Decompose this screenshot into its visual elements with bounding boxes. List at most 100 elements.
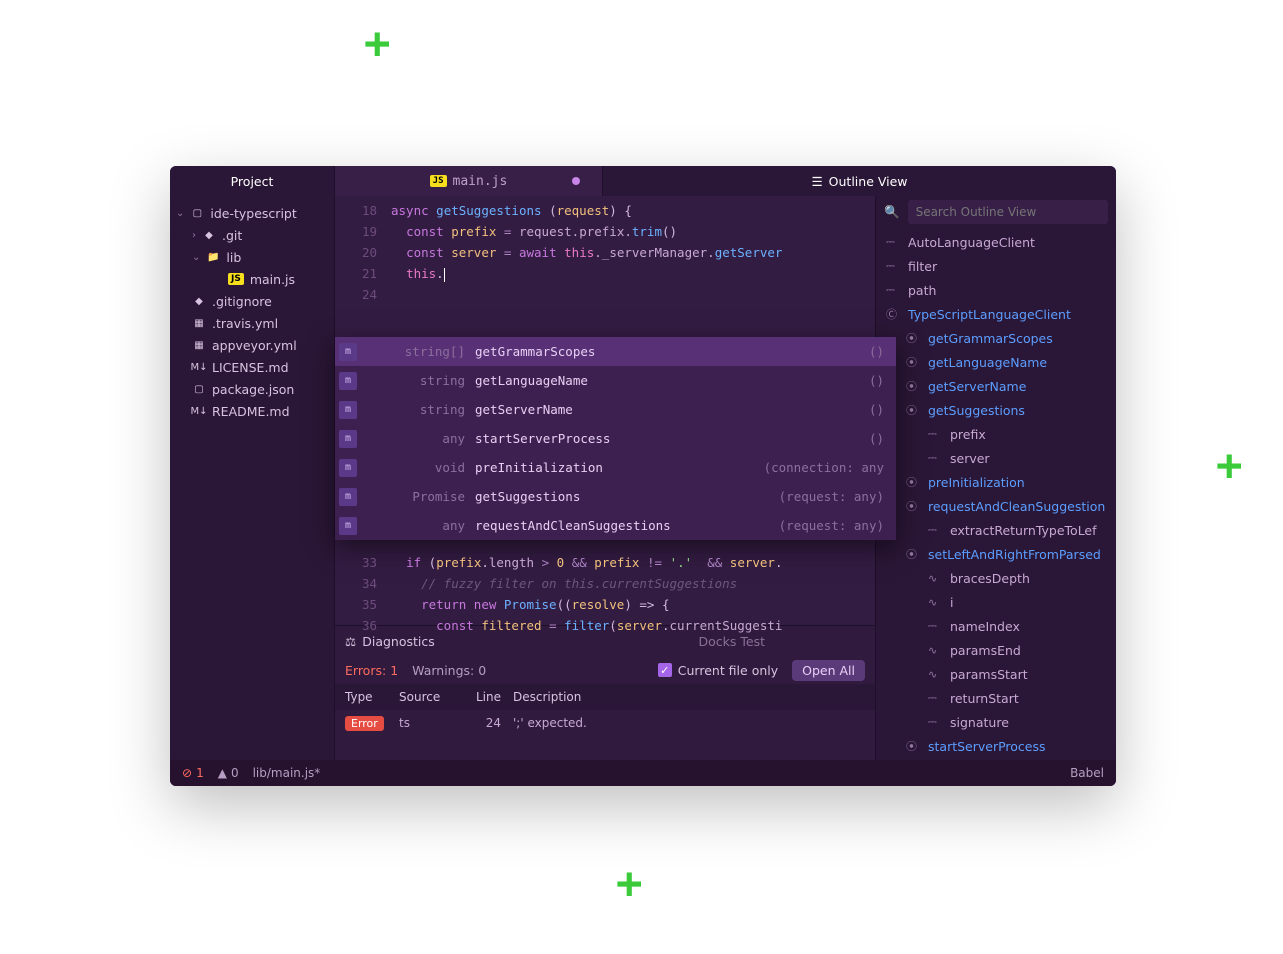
outline-label: paramsEnd xyxy=(950,643,1021,658)
tree-item-label: lib xyxy=(226,250,241,265)
warning-count: Warnings: 0 xyxy=(412,663,486,678)
outline-item[interactable]: ⦿getServerName xyxy=(876,374,1116,398)
suggestion-type: string[] xyxy=(363,344,475,359)
tree-item-label: package.json xyxy=(212,382,294,397)
editor-pane[interactable]: 1819202124 async getSuggestions (request… xyxy=(335,196,875,760)
outline-label: paramsStart xyxy=(950,667,1028,682)
tree-item[interactable]: JSmain.js xyxy=(170,268,334,290)
outline-item[interactable]: ⎓ returnStart xyxy=(876,686,1116,710)
current-file-checkbox[interactable]: ✓ Current file only xyxy=(658,663,778,678)
outline-label: preInitialization xyxy=(928,475,1025,490)
file-icon: M↓ xyxy=(192,360,206,374)
tree-item[interactable]: ▦.travis.yml xyxy=(170,312,334,334)
outline-item[interactable]: ⎓AutoLanguageClient xyxy=(876,230,1116,254)
outline-item[interactable]: ⦿getGrammarScopes xyxy=(876,326,1116,350)
outline-item[interactable]: ⦿startServerProcess xyxy=(876,734,1116,758)
autocomplete-item[interactable]: mstringgetServerName() xyxy=(335,395,896,424)
outline-item[interactable]: ⦿setLeftAndRightFromParsed xyxy=(876,542,1116,566)
autocomplete-item[interactable]: manystartServerProcess() xyxy=(335,424,896,453)
tree-item[interactable]: M↓LICENSE.md xyxy=(170,356,334,378)
statusbar-errors[interactable]: ⊘ 1 xyxy=(182,766,204,780)
symbol-class-icon: Ⓒ xyxy=(886,306,900,322)
member-icon: m xyxy=(339,372,357,390)
outline-label: returnStart xyxy=(950,691,1019,706)
symbol-pulse-icon: ∿ xyxy=(928,644,942,657)
file-icon: ◆ xyxy=(202,228,216,242)
outline-label: extractReturnTypeToLef xyxy=(950,523,1097,538)
tree-item[interactable]: ▢package.json xyxy=(170,378,334,400)
outline-item[interactable]: ⎓extractReturnTypeToLef xyxy=(876,518,1116,542)
editor-tab[interactable]: JS main.js xyxy=(335,166,603,196)
outline-item[interactable]: ⦿ preInitialization xyxy=(876,470,1116,494)
file-icon: M↓ xyxy=(192,404,206,418)
symbol-var-icon: ⎓ xyxy=(928,691,942,705)
tree-item-label: appveyor.yml xyxy=(212,338,297,353)
outline-item[interactable]: ⎓server xyxy=(876,446,1116,470)
outline-item[interactable]: ∿bracesDepth xyxy=(876,566,1116,590)
file-icon: 📁 xyxy=(206,250,220,264)
outline-item[interactable]: ⎓ nameIndex xyxy=(876,614,1116,638)
symbol-method-icon: ⦿ xyxy=(906,354,920,370)
outline-item[interactable]: ⎓path xyxy=(876,278,1116,302)
suggestion-signature: () xyxy=(869,344,888,359)
symbol-method-icon: ⦿ xyxy=(906,474,920,490)
tree-item[interactable]: ›◆.git xyxy=(170,224,334,246)
symbol-pulse-icon: ∿ xyxy=(928,668,942,681)
tree-root[interactable]: ⌄ ▢ ide-typescript xyxy=(170,202,334,224)
outline-item[interactable]: ⎓ filter xyxy=(876,254,1116,278)
symbol-var-icon: ⎓ xyxy=(886,235,900,249)
autocomplete-item[interactable]: mstringgetLanguageName() xyxy=(335,366,896,395)
autocomplete-item[interactable]: mstring[]getGrammarScopes() xyxy=(335,337,896,366)
outline-label: server xyxy=(950,451,990,466)
outline-item[interactable]: ⦿getSuggestions xyxy=(876,398,1116,422)
outline-search-input[interactable] xyxy=(908,200,1108,224)
outline-label: getLanguageName xyxy=(928,355,1047,370)
outline-label: path xyxy=(908,283,936,298)
warning-icon: ▲ xyxy=(218,766,227,780)
tree-item-label: main.js xyxy=(250,272,295,287)
outline-item[interactable]: ⎓signature xyxy=(876,710,1116,734)
symbol-var-icon: ⎓ xyxy=(928,427,942,441)
suggestion-name: getSuggestions xyxy=(475,489,779,504)
outline-label: filter xyxy=(908,259,937,274)
error-badge: Error xyxy=(345,716,384,731)
autocomplete-item[interactable]: mPromisegetSuggestions(request: any) xyxy=(335,482,896,511)
member-icon: m xyxy=(339,401,357,419)
suggestion-name: getServerName xyxy=(475,402,869,417)
outline-item[interactable]: ⒸTypeScriptLanguageClient xyxy=(876,302,1116,326)
member-icon: m xyxy=(339,430,357,448)
tree-item[interactable]: ⌄📁lib xyxy=(170,246,334,268)
outline-label: nameIndex xyxy=(950,619,1020,634)
outline-label: requestAndCleanSuggestion xyxy=(928,499,1105,514)
js-file-icon: JS xyxy=(430,175,447,187)
suggestion-type: any xyxy=(363,518,475,533)
status-bar: ⊘ 1 ▲ 0 lib/main.js* Babel xyxy=(170,760,1116,786)
statusbar-warnings[interactable]: ▲ 0 xyxy=(218,766,239,780)
outline-item[interactable]: ⎓prefix xyxy=(876,422,1116,446)
editor-window: Project JS main.js ☰ Outline View ⌄ ▢ id… xyxy=(170,166,1116,786)
autocomplete-item[interactable]: manyrequestAndCleanSuggestions(request: … xyxy=(335,511,896,540)
statusbar-language[interactable]: Babel xyxy=(1070,766,1104,780)
symbol-var-icon: ⎓ xyxy=(928,619,942,633)
suggestion-signature: (request: any) xyxy=(779,518,888,533)
code-content[interactable]: if (prefix.length > 0 && prefix != '.' &… xyxy=(391,548,875,636)
statusbar-file[interactable]: lib/main.js* xyxy=(253,766,321,780)
tree-item[interactable]: ▦ appveyor.yml xyxy=(170,334,334,356)
outline-item[interactable]: ⦿requestAndCleanSuggestion xyxy=(876,494,1116,518)
open-all-button[interactable]: Open All xyxy=(792,660,865,681)
tree-item[interactable]: ◆.gitignore xyxy=(170,290,334,312)
symbol-var-icon: ⎓ xyxy=(886,259,900,273)
tree-item[interactable]: M↓README.md xyxy=(170,400,334,422)
checkbox-checked-icon: ✓ xyxy=(658,663,672,677)
outline-item[interactable]: ∿ paramsStart xyxy=(876,662,1116,686)
diagnostics-row[interactable]: Error ts 24 ';' expected. xyxy=(335,710,875,736)
suggestion-signature: (request: any) xyxy=(779,489,888,504)
suggestion-signature: () xyxy=(869,373,888,388)
autocomplete-item[interactable]: mvoidpreInitialization(connection: any xyxy=(335,453,896,482)
member-icon: m xyxy=(339,343,357,361)
outline-item[interactable]: ⦿ getLanguageName xyxy=(876,350,1116,374)
outline-item[interactable]: ∿ paramsEnd xyxy=(876,638,1116,662)
outline-item[interactable]: ∿i xyxy=(876,590,1116,614)
file-icon: ▦ xyxy=(192,338,206,352)
suggestion-signature: () xyxy=(869,402,888,417)
